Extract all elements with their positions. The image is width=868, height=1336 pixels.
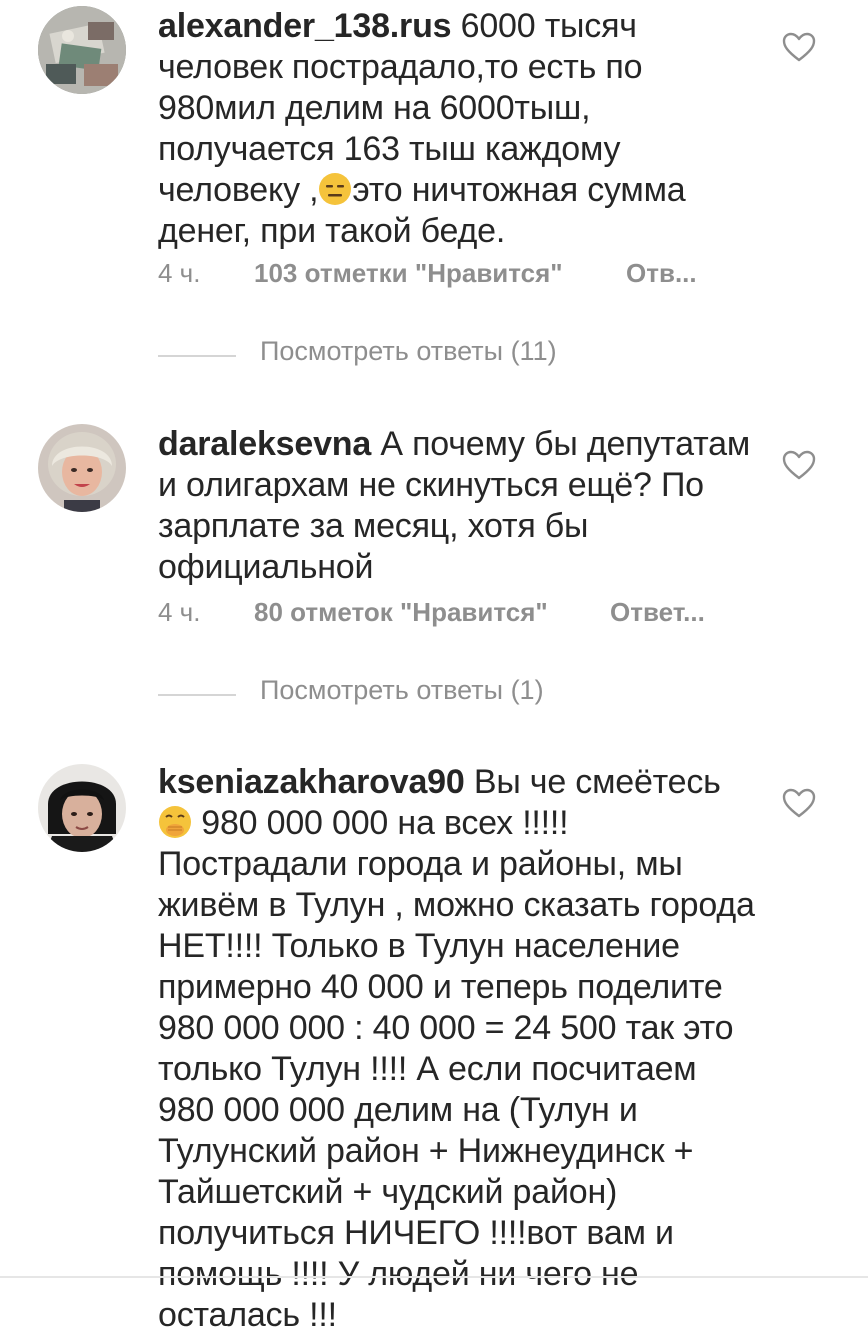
view-replies-label: Посмотреть ответы (1) bbox=[260, 675, 544, 705]
avatar-image bbox=[38, 764, 126, 852]
reply-button[interactable]: Отв... bbox=[626, 258, 697, 289]
comment-username[interactable]: daraleksevna bbox=[158, 425, 371, 463]
expressionless-face-icon bbox=[318, 172, 352, 206]
avatar[interactable] bbox=[38, 764, 126, 852]
like-button[interactable] bbox=[782, 450, 816, 480]
avatar-image bbox=[38, 424, 126, 512]
like-button[interactable] bbox=[782, 788, 816, 818]
avatar[interactable] bbox=[38, 424, 126, 512]
comment-text: alexander_138.rus 6000 тысяч человек пос… bbox=[158, 6, 758, 252]
comment-body: Вы че смеётесь bbox=[464, 763, 721, 801]
heart-outline-icon bbox=[782, 450, 816, 480]
like-button[interactable] bbox=[782, 32, 816, 62]
divider bbox=[158, 355, 236, 357]
comment-likes[interactable]: 80 отметок "Нравится" bbox=[254, 597, 548, 628]
comment-body-continued: 980 000 000 на всех !!!!! Пострадали гор… bbox=[158, 804, 755, 1334]
avatar-image bbox=[38, 6, 126, 94]
face-with-hand-over-mouth-icon bbox=[158, 805, 192, 839]
divider bbox=[158, 694, 236, 696]
comment-username[interactable]: alexander_138.rus bbox=[158, 7, 452, 45]
comment-text: daraleksevna А почему бы депутатам и оли… bbox=[158, 424, 758, 588]
comment-likes[interactable]: 103 отметки "Нравится" bbox=[254, 258, 563, 289]
comment-time: 4 ч. bbox=[158, 258, 201, 288]
comment-time: 4 ч. bbox=[158, 597, 201, 627]
bottom-divider bbox=[0, 1276, 868, 1278]
heart-outline-icon bbox=[782, 32, 816, 62]
view-replies-label: Посмотреть ответы (11) bbox=[260, 336, 557, 366]
heart-outline-icon bbox=[782, 788, 816, 818]
reply-button[interactable]: Ответ... bbox=[610, 597, 705, 628]
avatar[interactable] bbox=[38, 6, 126, 94]
comment-username[interactable]: kseniazakharova90 bbox=[158, 763, 465, 801]
comment-text: kseniazakharova90 Вы че смеётесь 980 000… bbox=[158, 762, 758, 1336]
